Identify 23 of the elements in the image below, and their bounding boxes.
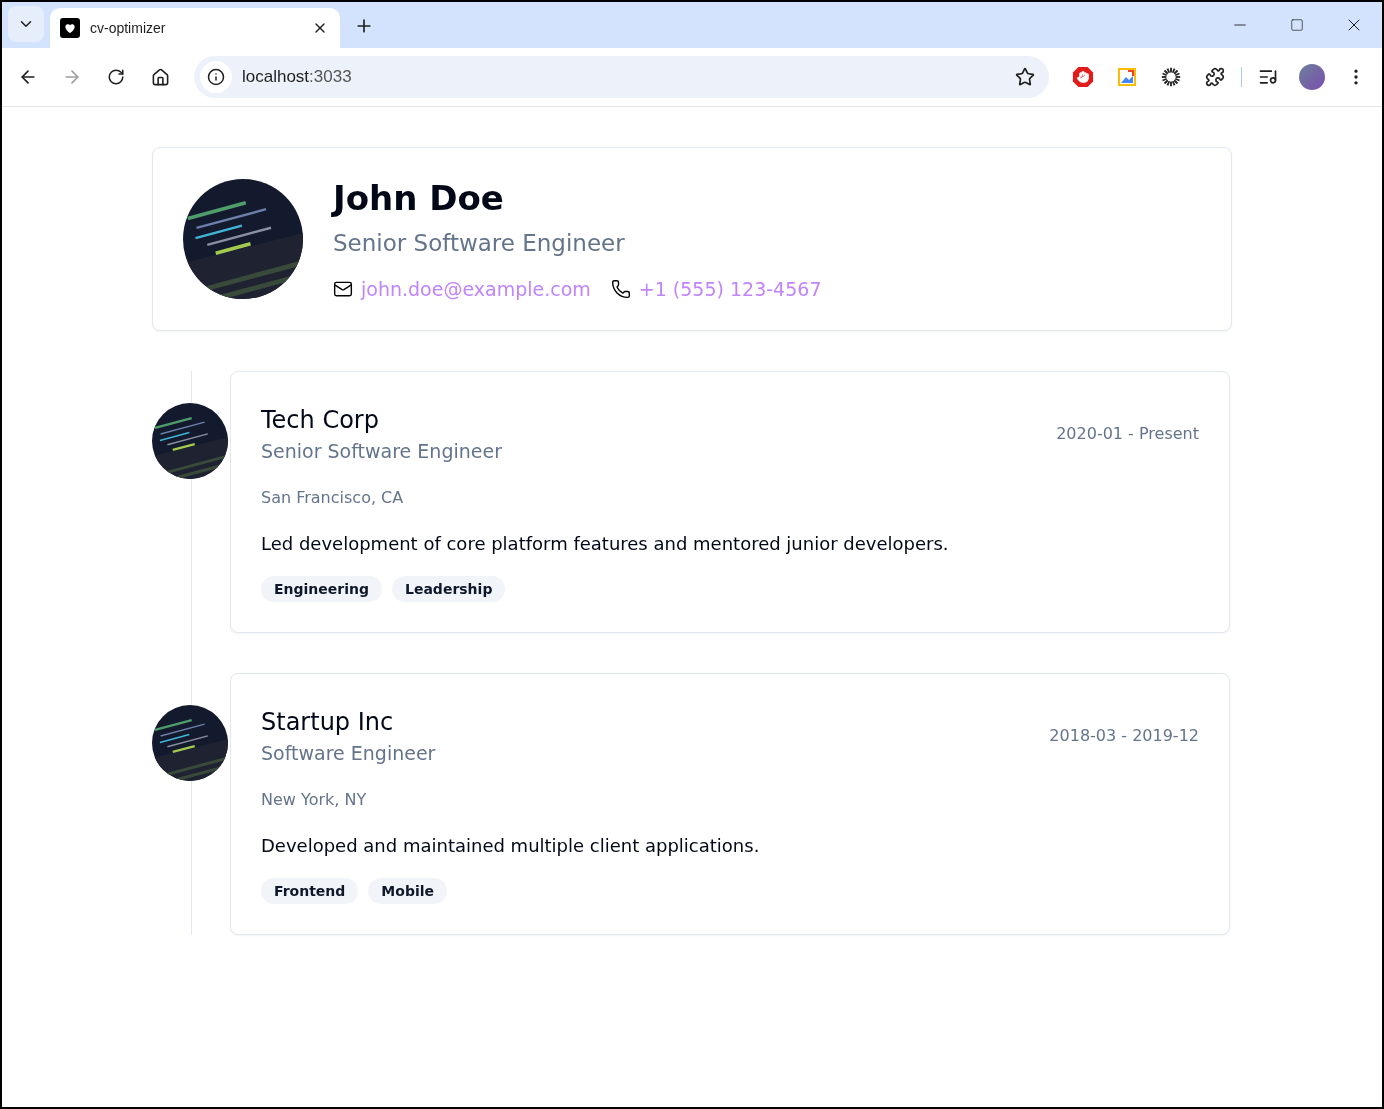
profile-title: Senior Software Engineer	[333, 230, 626, 256]
job-title: Senior Software Engineer	[261, 440, 502, 462]
job-location: New York, NY	[261, 790, 368, 809]
skill-tag: Engineering	[261, 576, 382, 602]
job-description: Led development of core platform features and mentored junior developers.	[261, 533, 950, 554]
company-name: Startup Inc	[261, 708, 395, 736]
job-location: San Francisco, CA	[261, 488, 405, 507]
job-title: Software Engineer	[261, 742, 436, 764]
date-range: 2020-01 - Present	[1056, 424, 1199, 443]
url-text: localhost:3033	[242, 67, 353, 87]
phone-icon	[610, 279, 631, 299]
profile-name: John Doe	[333, 178, 505, 218]
job-description: Developed and maintained multiple client applications.	[261, 835, 761, 856]
skill-tag: Frontend	[261, 878, 359, 904]
info-icon[interactable]	[200, 61, 232, 93]
tab-title: cv-optimizer	[90, 20, 167, 36]
browser-tab[interactable]: cv-optimizer	[50, 8, 340, 48]
skill-tag: Leadership	[392, 576, 506, 602]
address-bar[interactable]: localhost:3033	[194, 56, 1049, 98]
company-name: Tech Corp	[261, 406, 380, 434]
date-range: 2018-03 - 2019-12	[1049, 726, 1199, 745]
skill-tag: Mobile	[368, 878, 447, 904]
mail-icon	[333, 279, 353, 299]
